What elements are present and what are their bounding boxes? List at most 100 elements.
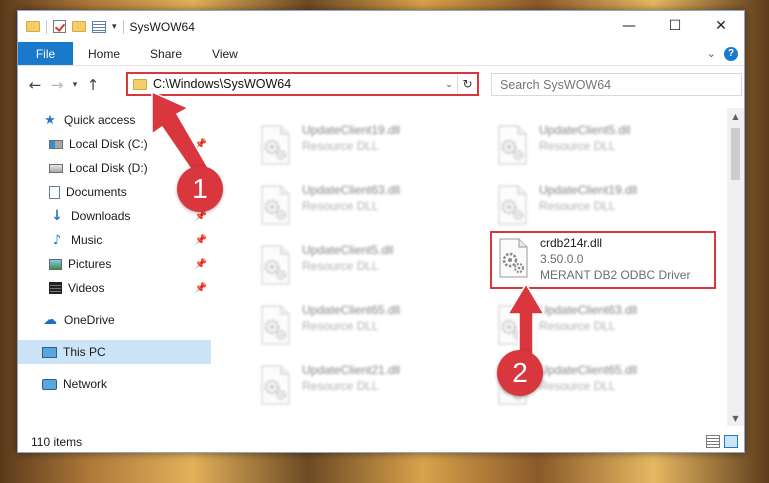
item-count: 110 items <box>31 435 83 449</box>
pin-icon[interactable]: 📌 <box>195 211 207 222</box>
dll-file-icon <box>258 305 292 345</box>
address-path[interactable]: C:\Windows\SysWOW64 <box>153 77 441 91</box>
address-bar[interactable]: C:\Windows\SysWOW64 ⌄ ↻ <box>126 72 479 96</box>
sidebar-item-pictures[interactable]: Pictures 📌 <box>18 252 211 276</box>
file-item[interactable]: UpdateClient5.dll Resource DLL <box>495 122 715 172</box>
tiles-view-icon[interactable] <box>724 435 738 448</box>
tab-share[interactable]: Share <box>135 42 197 65</box>
file-name: UpdateClient65.dll <box>302 303 401 317</box>
minimize-button[interactable]: — <box>606 11 652 41</box>
file-item-highlighted[interactable]: crdb214r.dll 3.50.0.0 MERANT DB2 ODBC Driv… <box>490 231 716 289</box>
tab-home[interactable]: Home <box>73 42 135 65</box>
search-box[interactable] <box>491 73 742 96</box>
file-item[interactable]: UpdateClient63.dll Resource DLL <box>495 302 715 352</box>
window-title: SysWOW64 <box>129 19 195 34</box>
pin-icon[interactable]: 📌 <box>195 283 207 294</box>
status-bar: 110 items <box>18 431 744 453</box>
recent-locations-button[interactable]: ▾ <box>68 80 82 90</box>
file-item[interactable]: UpdateClient19.dll Resource DLL <box>258 122 478 172</box>
file-type: Resource DLL <box>302 319 379 333</box>
quick-access-toolbar: ▾ <box>18 19 124 34</box>
file-item[interactable]: UpdateClient21.dll Resource DLL <box>258 362 478 412</box>
sidebar-item-local-disk-c[interactable]: Local Disk (C:) 📌 <box>18 132 211 156</box>
up-button[interactable]: ↑ <box>82 76 104 94</box>
sidebar-item-label: Quick access <box>64 113 136 127</box>
file-name: UpdateClient21.dll <box>302 363 401 377</box>
file-item[interactable]: UpdateClient19.dll Resource DLL <box>495 182 715 232</box>
search-input[interactable] <box>500 77 741 92</box>
file-item[interactable]: UpdateClient65.dll Resource DLL <box>258 302 478 352</box>
drive-icon <box>49 139 63 149</box>
file-description: MERANT DB2 ODBC Driver <box>540 268 691 282</box>
customize-icon[interactable] <box>92 20 106 33</box>
dll-file-icon <box>496 238 530 278</box>
title-bar: ▾ SysWOW64 — ☐ ✕ <box>18 11 744 42</box>
pictures-icon <box>49 258 62 270</box>
sidebar-item-label: Local Disk (D:) <box>69 161 148 175</box>
file-name: UpdateClient5.dll <box>539 123 631 137</box>
file-version: 3.50.0.0 <box>540 252 584 266</box>
file-name: UpdateClient63.dll <box>302 183 401 197</box>
network-icon <box>42 378 57 390</box>
sidebar-item-music[interactable]: ♪ Music 📌 <box>18 228 211 252</box>
new-folder-icon[interactable] <box>72 21 86 32</box>
sidebar-item-network[interactable]: Network <box>18 372 211 396</box>
sidebar-item-label: Downloads <box>71 209 131 223</box>
dll-file-icon <box>258 125 292 165</box>
file-item[interactable]: UpdateClient63.dll Resource DLL <box>258 182 478 232</box>
properties-check-icon[interactable] <box>53 20 66 33</box>
folder-icon <box>133 78 147 90</box>
file-type: Resource DLL <box>539 139 616 153</box>
scrollbar-thumb[interactable] <box>731 128 740 180</box>
close-button[interactable]: ✕ <box>698 11 744 41</box>
sidebar-item-downloads[interactable]: ↓ Downloads 📌 <box>18 204 211 228</box>
window-controls: — ☐ ✕ <box>606 11 744 41</box>
file-type: Resource DLL <box>302 379 379 393</box>
sidebar-item-label: Videos <box>68 281 105 295</box>
refresh-button[interactable]: ↻ <box>457 74 477 94</box>
sidebar-item-label: This PC <box>63 345 106 359</box>
sidebar-item-onedrive[interactable]: ☁ OneDrive <box>18 308 211 332</box>
forward-button[interactable]: → <box>46 76 68 94</box>
sidebar-item-videos[interactable]: Videos 📌 <box>18 276 211 300</box>
vertical-scrollbar[interactable]: ▲ ▼ <box>727 108 744 426</box>
file-item[interactable]: UpdateClient5.dll Resource DLL <box>258 242 478 292</box>
pin-icon[interactable]: 📌 <box>195 259 207 270</box>
pin-icon[interactable]: 📌 <box>195 139 207 150</box>
file-name: UpdateClient5.dll <box>302 243 394 257</box>
sidebar-item-quick-access[interactable]: ★ Quick access <box>18 108 211 132</box>
sidebar-item-this-pc[interactable]: This PC <box>18 340 211 364</box>
customize-toolbar-dropdown-icon[interactable]: ▾ <box>112 21 117 32</box>
videos-icon <box>49 282 62 294</box>
help-icon[interactable]: ? <box>724 46 738 61</box>
step-1-badge: 1 <box>177 166 223 212</box>
address-dropdown-button[interactable]: ⌄ <box>441 79 457 90</box>
sidebar-item-label: Network <box>63 377 108 391</box>
scroll-down-icon[interactable]: ▼ <box>727 410 744 426</box>
tab-file[interactable]: File <box>18 42 73 65</box>
drive-icon <box>49 163 63 173</box>
sidebar-item-label: Local Disk (C:) <box>69 137 148 151</box>
sidebar-item-label: Pictures <box>68 257 112 271</box>
download-icon: ↓ <box>51 208 63 224</box>
file-name: UpdateClient63.dll <box>539 303 638 317</box>
pin-icon[interactable]: 📌 <box>195 235 207 246</box>
back-button[interactable]: ← <box>24 76 46 94</box>
navigation-pane: ★ Quick access Local Disk (C:) 📌 Local D… <box>18 108 211 426</box>
navigation-bar: ← → ▾ ↑ C:\Windows\SysWOW64 ⌄ ↻ <box>18 71 744 99</box>
maximize-button[interactable]: ☐ <box>652 11 698 41</box>
details-view-icon[interactable] <box>706 435 720 448</box>
file-name: UpdateClient19.dll <box>539 183 638 197</box>
file-type: Resource DLL <box>539 379 616 393</box>
file-type: Resource DLL <box>539 199 616 213</box>
ribbon-tabs: File Home Share View ⌄ ? <box>18 42 744 66</box>
dll-file-icon <box>495 305 529 345</box>
expand-ribbon-icon[interactable]: ⌄ <box>707 47 716 60</box>
star-icon: ★ <box>44 112 56 128</box>
scroll-up-icon[interactable]: ▲ <box>727 108 744 124</box>
sidebar-item-label: OneDrive <box>64 313 115 327</box>
tab-view[interactable]: View <box>197 42 253 65</box>
document-icon <box>49 185 60 199</box>
music-icon: ♪ <box>52 232 62 248</box>
folder-icon <box>26 21 40 32</box>
